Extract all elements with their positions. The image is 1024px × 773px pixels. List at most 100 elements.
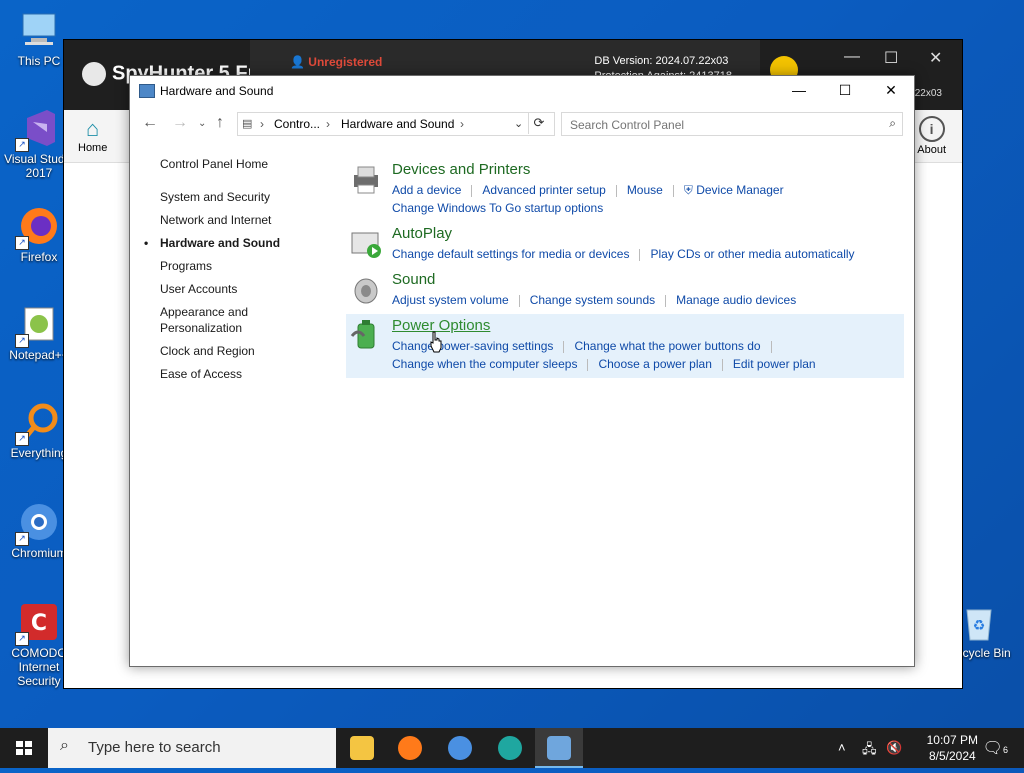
- maximize-button[interactable]: ☐: [822, 76, 868, 106]
- breadcrumb-separator: ›: [460, 117, 464, 131]
- control-panel-icon: [139, 84, 155, 98]
- sidebar-item-programs[interactable]: Programs: [160, 258, 320, 274]
- clock-date: 8/5/2024: [928, 749, 976, 763]
- category-links: Change default settings for media or dev…: [392, 245, 855, 263]
- nav-home[interactable]: ⌂ Home: [78, 116, 107, 154]
- up-button[interactable]: ↑: [216, 114, 224, 132]
- link-play-cds-automatically[interactable]: Play CDs or other media automatically: [650, 247, 854, 261]
- link-change-power-buttons[interactable]: Change what the power buttons do: [574, 339, 760, 353]
- taskbar-spyhunter[interactable]: [486, 728, 534, 768]
- notepad-plus-plus-icon: ↗: [15, 302, 61, 348]
- spyhunter-icon: [498, 736, 522, 760]
- notification-count: 6: [1002, 745, 1008, 755]
- search-icon: ⌕: [889, 116, 896, 130]
- sidebar-item-clock-and-region[interactable]: Clock and Region: [160, 343, 320, 359]
- shortcut-arrow-icon: ↗: [15, 334, 29, 348]
- address-bar-row: ← → ⌄ ↑ ▤ › Contro... › Hardware and Sou…: [130, 106, 914, 140]
- sidebar-item-control-panel-home[interactable]: Control Panel Home: [160, 156, 320, 172]
- taskbar-control-panel[interactable]: [535, 728, 583, 768]
- link-change-when-computer-sleeps[interactable]: Change when the computer sleeps: [392, 357, 577, 371]
- category-title[interactable]: Sound: [392, 271, 435, 288]
- firefox-icon: [398, 736, 422, 760]
- link-manage-audio-devices[interactable]: Manage audio devices: [676, 293, 796, 307]
- link-choose-power-plan[interactable]: Choose a power plan: [598, 357, 711, 371]
- link-windows-to-go-startup[interactable]: Change Windows To Go startup options: [392, 201, 603, 215]
- visual-studio-icon: ↗: [15, 106, 61, 152]
- search-box[interactable]: ⌕: [561, 112, 903, 136]
- autoplay-icon: [350, 227, 382, 259]
- maximize-button[interactable]: ☐: [884, 48, 898, 68]
- control-panel-window: Hardware and Sound — ☐ ✕ ← → ⌄ ↑ ▤ › Con…: [129, 75, 915, 667]
- address-bar[interactable]: ▤ › Contro... › Hardware and Sound › ⌄: [237, 112, 555, 136]
- firefox-icon: ↗: [15, 204, 61, 250]
- link-advanced-printer-setup[interactable]: Advanced printer setup: [482, 183, 605, 197]
- shortcut-arrow-icon: ↗: [15, 138, 29, 152]
- chevron-up-icon[interactable]: ˄: [838, 740, 846, 755]
- svg-text:C: C: [31, 611, 47, 636]
- link-change-default-media-settings[interactable]: Change default settings for media or dev…: [392, 247, 629, 261]
- minimize-button[interactable]: —: [776, 76, 822, 106]
- divider: [615, 184, 617, 197]
- divider: [587, 358, 589, 371]
- window-title: Hardware and Sound: [160, 84, 274, 98]
- link-adjust-system-volume[interactable]: Adjust system volume: [392, 293, 509, 307]
- windows-logo-icon: [16, 741, 32, 755]
- close-button[interactable]: ✕: [868, 76, 914, 106]
- back-button[interactable]: ←: [142, 114, 158, 132]
- start-button[interactable]: [0, 728, 48, 768]
- taskbar-clock[interactable]: 10:07 PM 8/5/2024: [927, 732, 978, 764]
- sidebar-item-hardware-and-sound[interactable]: Hardware and Sound: [144, 235, 320, 251]
- volume-muted-icon[interactable]: 🔇: [886, 740, 902, 756]
- shortcut-arrow-icon: ↗: [15, 632, 29, 646]
- breadcrumb-control-panel[interactable]: Contro...: [274, 117, 320, 131]
- nav-about[interactable]: i About: [917, 116, 946, 156]
- category-title[interactable]: Devices and Printers: [392, 161, 530, 178]
- sidebar-item-user-accounts[interactable]: User Accounts: [160, 281, 320, 297]
- link-device-manager[interactable]: Device Manager: [696, 183, 783, 197]
- info-icon: i: [918, 116, 945, 142]
- taskbar-search[interactable]: ⌕ Type here to search: [48, 728, 336, 768]
- hand-cursor-icon: [430, 331, 442, 353]
- divider: [770, 340, 772, 353]
- divider: [721, 358, 723, 371]
- link-edit-power-plan[interactable]: Edit power plan: [733, 357, 816, 371]
- link-mouse[interactable]: Mouse: [627, 183, 663, 197]
- network-icon[interactable]: 🖧: [862, 740, 877, 762]
- svg-text:♻: ♻: [973, 618, 986, 634]
- sidebar-item-network-and-internet[interactable]: Network and Internet: [160, 212, 320, 228]
- shortcut-arrow-icon: ↗: [15, 532, 29, 546]
- divider: [672, 184, 674, 197]
- link-change-power-saving-settings[interactable]: Change power-saving settings: [392, 339, 553, 353]
- home-icon: ⌂: [86, 116, 100, 141]
- sidebar-item-ease-of-access[interactable]: Ease of Access: [160, 366, 320, 382]
- taskbar-firefox[interactable]: [386, 728, 434, 768]
- taskbar-chromium[interactable]: [436, 728, 484, 768]
- recent-locations-button[interactable]: ⌄: [198, 118, 206, 129]
- sidebar-item-system-and-security[interactable]: System and Security: [160, 189, 320, 205]
- shortcut-arrow-icon: ↗: [15, 432, 29, 446]
- category-links: Add a device Advanced printer setup Mouse ⛨…: [392, 181, 784, 217]
- db-version-text: DB Version: 2024.07.22x03: [594, 55, 729, 67]
- forward-button[interactable]: →: [172, 114, 188, 132]
- divider: [518, 294, 520, 307]
- sidebar: Control Panel Home System and Security N…: [144, 156, 320, 389]
- link-add-a-device[interactable]: Add a device: [392, 183, 461, 197]
- category-devices-and-printers: Devices and Printers Add a device Advance…: [346, 161, 904, 217]
- refresh-button[interactable]: ⟳: [528, 112, 549, 134]
- control-panel-icon: [547, 736, 571, 760]
- breadcrumb-hardware-and-sound[interactable]: Hardware and Sound: [341, 117, 454, 131]
- db-date-fragment: 22x03: [914, 88, 942, 99]
- category-links: Adjust system volume Change system sounds…: [392, 291, 796, 309]
- category-title[interactable]: AutoPlay: [392, 225, 452, 242]
- taskbar-file-explorer[interactable]: [338, 728, 386, 768]
- notification-center-icon[interactable]: 🗨6: [983, 738, 1008, 758]
- link-change-system-sounds[interactable]: Change system sounds: [530, 293, 655, 307]
- breadcrumb-separator: ›: [260, 117, 264, 131]
- search-input[interactable]: [568, 115, 872, 135]
- unregistered-label[interactable]: 👤 Unregistered: [290, 55, 382, 69]
- taskbar-search-placeholder: Type here to search: [88, 739, 221, 756]
- close-button[interactable]: ✕: [929, 48, 942, 68]
- minimize-button[interactable]: —: [844, 48, 860, 66]
- chevron-down-icon[interactable]: ⌄: [514, 117, 523, 130]
- sidebar-item-appearance-and-personalization[interactable]: Appearance and Personalization: [160, 304, 320, 336]
